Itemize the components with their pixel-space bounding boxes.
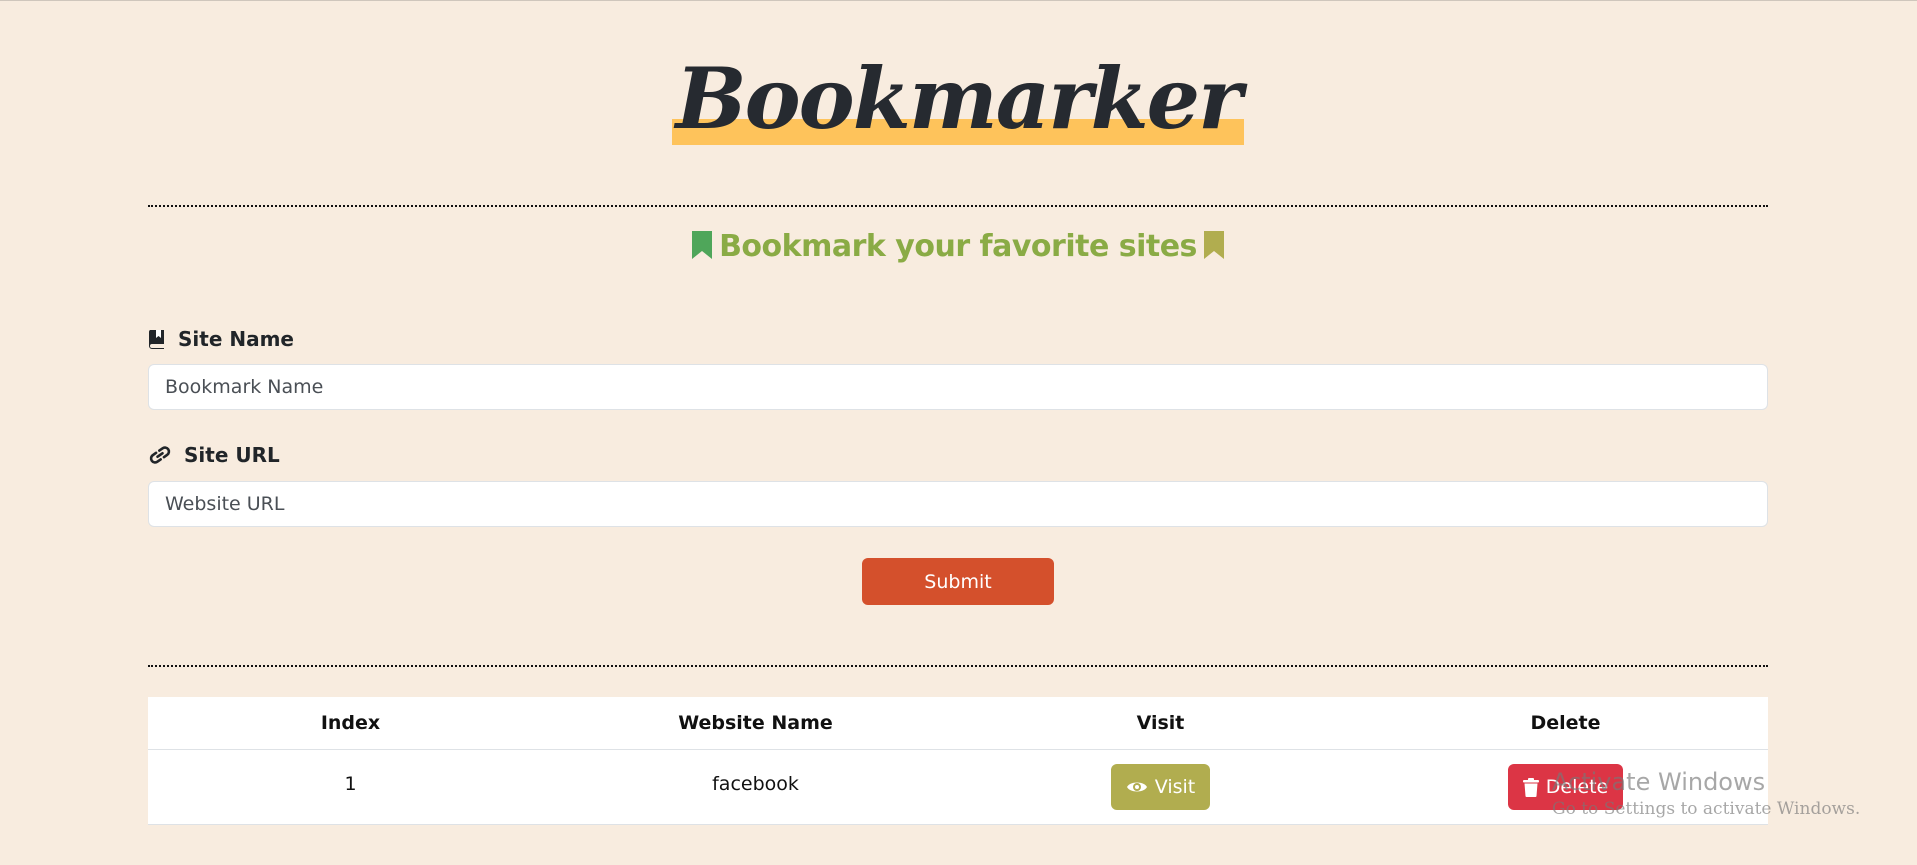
column-header-website-name: Website Name: [553, 697, 958, 750]
row-website-name: facebook: [553, 749, 958, 825]
visit-button[interactable]: Visit: [1110, 764, 1211, 810]
bookmark-icon: [1203, 231, 1224, 259]
divider-top: [148, 205, 1768, 207]
site-url-input[interactable]: [148, 481, 1768, 527]
watermark-title: Activate Windows: [1552, 768, 1766, 796]
eye-icon: [1126, 782, 1147, 792]
site-url-label: Site URL: [148, 442, 280, 468]
bookmark-icon: [692, 231, 713, 259]
submit-button[interactable]: Submit: [862, 558, 1054, 605]
visit-button-label: Visit: [1154, 776, 1196, 798]
site-name-label: Site Name: [148, 326, 294, 352]
row-index: 1: [148, 749, 553, 825]
site-url-label-text: Site URL: [184, 443, 280, 467]
trash-icon: [1522, 777, 1539, 797]
divider-bottom: [148, 665, 1768, 667]
table-header-row: Index Website Name Visit Delete: [148, 697, 1768, 750]
column-header-delete: Delete: [1363, 697, 1768, 750]
watermark-subtitle: Go to Settings to activate Windows.: [1552, 799, 1861, 819]
site-name-input[interactable]: [148, 364, 1768, 410]
page-subtitle: Bookmark your favorite sites: [148, 227, 1768, 267]
app-logo: Bookmarker: [671, 53, 1245, 145]
row-visit-cell: Visit: [958, 749, 1363, 825]
link-icon: [149, 446, 171, 464]
column-header-visit: Visit: [958, 697, 1363, 750]
subtitle-text: Bookmark your favorite sites: [719, 229, 1197, 264]
book-bookmark-icon: [148, 330, 164, 349]
column-header-index: Index: [148, 697, 553, 750]
table-row: 1 facebook Visit Delete: [148, 749, 1768, 825]
windows-activation-watermark: Activate Windows Go to Settings to activ…: [1552, 767, 1860, 821]
logo-wrapper: Bookmarker: [148, 53, 1768, 145]
bookmarks-table: Index Website Name Visit Delete 1 facebo…: [148, 697, 1768, 825]
site-name-label-text: Site Name: [178, 327, 294, 351]
